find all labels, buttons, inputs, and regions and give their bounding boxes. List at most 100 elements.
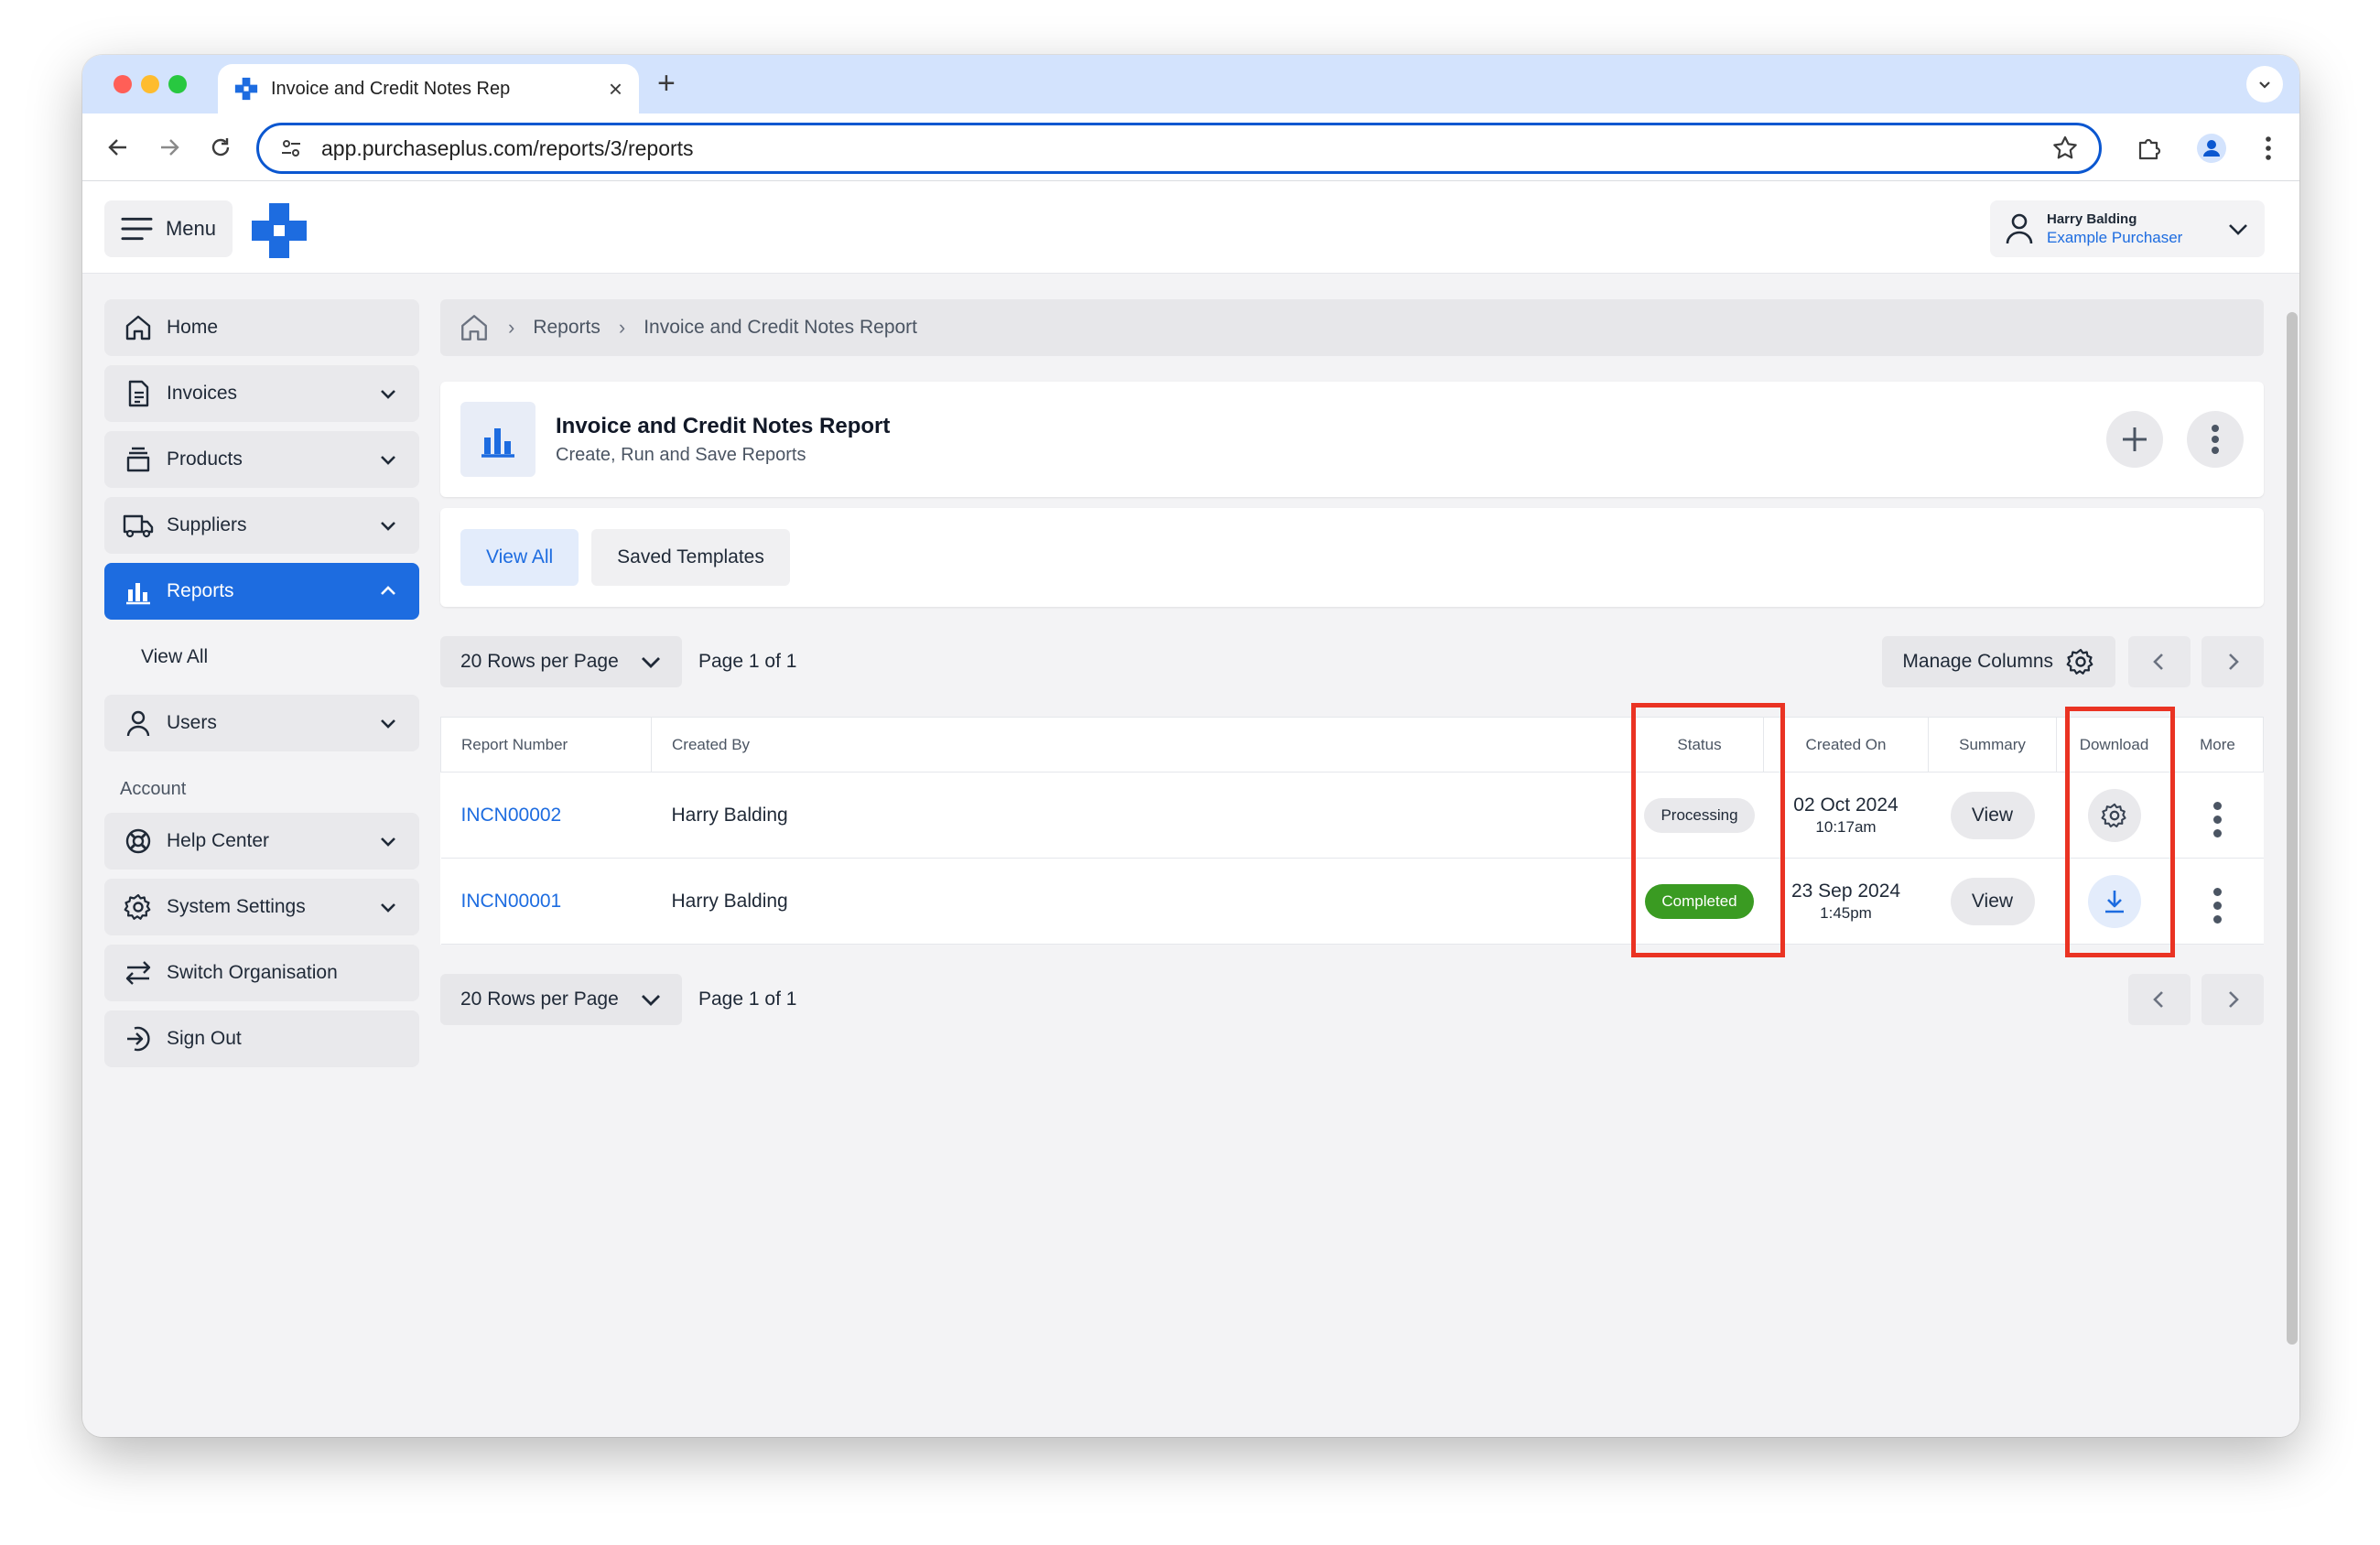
back-arrow-icon[interactable] bbox=[103, 132, 134, 163]
sidebar-item-help-center[interactable]: Help Center bbox=[104, 813, 419, 870]
previous-page-button[interactable] bbox=[2128, 974, 2191, 1025]
menu-label: Menu bbox=[165, 217, 216, 240]
created-by-cell: Harry Balding bbox=[651, 858, 1636, 945]
chevron-up-icon bbox=[375, 578, 401, 604]
report-icon-box bbox=[460, 402, 536, 477]
page-scrollbar[interactable] bbox=[2287, 312, 2298, 1345]
column-header: Status bbox=[1635, 717, 1764, 772]
created-date: 02 Oct 2024 bbox=[1793, 794, 1899, 816]
add-report-button[interactable] bbox=[2106, 411, 2163, 468]
profile-avatar-icon[interactable] bbox=[2195, 132, 2228, 165]
bar-chart-icon bbox=[481, 428, 514, 458]
sidebar-item-label: Products bbox=[167, 448, 243, 470]
minimize-window-button[interactable] bbox=[141, 75, 159, 93]
created-date: 23 Sep 2024 bbox=[1790, 880, 1901, 902]
sidebar-item-label: Users bbox=[167, 712, 217, 733]
user-icon bbox=[2006, 213, 2033, 244]
created-time: 10:17am bbox=[1815, 817, 1877, 836]
reload-icon[interactable] bbox=[205, 132, 236, 163]
sidebar-item-system-settings[interactable]: System Settings bbox=[104, 879, 419, 935]
tab-title: Invoice and Credit Notes Rep bbox=[271, 78, 511, 99]
bookmark-star-icon[interactable] bbox=[2051, 135, 2079, 162]
tab-view-all[interactable]: View All bbox=[460, 529, 579, 586]
tab-saved-templates[interactable]: Saved Templates bbox=[591, 529, 790, 586]
column-header: Summary bbox=[1928, 717, 2057, 772]
pager-top: 20 Rows per Page Page 1 of 1 Manage Colu… bbox=[440, 634, 2264, 689]
home-icon[interactable] bbox=[459, 312, 490, 343]
tab-search-chevron-icon[interactable] bbox=[2246, 66, 2283, 103]
rows-per-page-label: 20 Rows per Page bbox=[460, 989, 619, 1010]
breadcrumb-reports-link[interactable]: Reports bbox=[533, 317, 600, 339]
breadcrumb-separator-icon: › bbox=[618, 316, 626, 339]
chevron-down-icon bbox=[642, 657, 660, 668]
lifebuoy-icon bbox=[123, 826, 154, 857]
menu-button[interactable]: Menu bbox=[104, 200, 233, 257]
browser-tab[interactable]: Invoice and Credit Notes Rep × bbox=[218, 64, 639, 113]
extensions-puzzle-icon[interactable] bbox=[2133, 132, 2166, 165]
sidebar-item-sign-out[interactable]: Sign Out bbox=[104, 1010, 419, 1067]
column-header: Created By bbox=[651, 717, 1636, 772]
new-tab-icon[interactable]: + bbox=[657, 68, 676, 99]
plus-icon bbox=[2123, 427, 2147, 451]
user-role: Example Purchaser bbox=[2047, 228, 2183, 246]
next-page-button[interactable] bbox=[2202, 974, 2264, 1025]
view-summary-button[interactable]: View bbox=[1950, 877, 2035, 925]
row-more-icon[interactable] bbox=[2213, 801, 2222, 837]
sidebar-item-reports[interactable]: Reports bbox=[104, 563, 419, 620]
sidebar-item-label: Switch Organisation bbox=[167, 962, 338, 983]
more-vertical-icon bbox=[2212, 425, 2219, 454]
rows-per-page-select[interactable]: 20 Rows per Page bbox=[440, 974, 682, 1025]
purchaseplus-logo[interactable] bbox=[251, 202, 308, 259]
download-report-button[interactable] bbox=[2087, 874, 2141, 928]
manage-columns-label: Manage Columns bbox=[1902, 651, 2053, 672]
gear-icon bbox=[2101, 803, 2126, 827]
document-icon bbox=[123, 378, 154, 409]
tab-close-icon[interactable]: × bbox=[609, 77, 622, 101]
download-processing-button[interactable] bbox=[2087, 788, 2141, 842]
maximize-window-button[interactable] bbox=[168, 75, 187, 93]
sidebar-subitem-view-all[interactable]: View All bbox=[104, 629, 419, 686]
previous-page-button[interactable] bbox=[2128, 636, 2191, 687]
sidebar-item-users[interactable]: Users bbox=[104, 695, 419, 751]
close-window-button[interactable] bbox=[114, 75, 132, 93]
manage-columns-button[interactable]: Manage Columns bbox=[1882, 636, 2115, 687]
report-number-link[interactable]: INCN00001 bbox=[461, 891, 562, 912]
switch-arrows-icon bbox=[123, 957, 154, 989]
sidebar-item-home[interactable]: Home bbox=[104, 299, 419, 356]
address-bar[interactable]: app.purchaseplus.com/reports/3/reports bbox=[256, 123, 2102, 174]
sidebar-item-invoices[interactable]: Invoices bbox=[104, 365, 419, 422]
site-settings-icon[interactable] bbox=[279, 136, 303, 160]
view-summary-button[interactable]: View bbox=[1950, 791, 2035, 839]
column-header: More bbox=[2171, 717, 2264, 772]
browser-window: Invoice and Credit Notes Rep × + app.pur… bbox=[82, 55, 2299, 1437]
report-number-link[interactable]: INCN00002 bbox=[461, 805, 562, 826]
main-content: › Reports › Invoice and Credit Notes Rep… bbox=[440, 299, 2264, 1027]
browser-menu-icon[interactable] bbox=[2252, 132, 2285, 165]
column-header: Created On bbox=[1763, 717, 1929, 772]
pager-bottom: 20 Rows per Page Page 1 of 1 bbox=[440, 972, 2264, 1027]
status-badge: Processing bbox=[1644, 797, 1755, 833]
sidebar-item-products[interactable]: Products bbox=[104, 431, 419, 488]
forward-arrow-icon[interactable] bbox=[154, 132, 185, 163]
app-content: Menu Harry Balding Example Purchaser Hom… bbox=[82, 182, 2299, 1437]
sidebar-item-switch-organisation[interactable]: Switch Organisation bbox=[104, 945, 419, 1001]
chevron-left-icon bbox=[2153, 654, 2163, 670]
hamburger-icon bbox=[121, 217, 153, 241]
browser-toolbar: app.purchaseplus.com/reports/3/reports bbox=[82, 113, 2299, 181]
user-menu-button[interactable]: Harry Balding Example Purchaser bbox=[1990, 200, 2265, 257]
sidebar-item-suppliers[interactable]: Suppliers bbox=[104, 497, 419, 554]
table-row: INCN00001 Harry Balding Completed 23 Sep… bbox=[440, 858, 2264, 945]
chevron-down-icon bbox=[375, 710, 401, 736]
chevron-down-icon bbox=[375, 894, 401, 920]
chevron-down-icon bbox=[2229, 224, 2247, 235]
chevron-down-icon bbox=[375, 447, 401, 472]
row-more-icon[interactable] bbox=[2213, 887, 2222, 924]
next-page-button[interactable] bbox=[2202, 636, 2264, 687]
chevron-left-icon bbox=[2153, 991, 2163, 1008]
page-more-button[interactable] bbox=[2187, 411, 2244, 468]
rows-per-page-select[interactable]: 20 Rows per Page bbox=[440, 636, 682, 687]
user-name: Harry Balding bbox=[2047, 211, 2137, 227]
column-header: Report Number bbox=[440, 717, 652, 772]
download-icon bbox=[2104, 890, 2124, 913]
sidebar-item-label: Invoices bbox=[167, 383, 238, 404]
